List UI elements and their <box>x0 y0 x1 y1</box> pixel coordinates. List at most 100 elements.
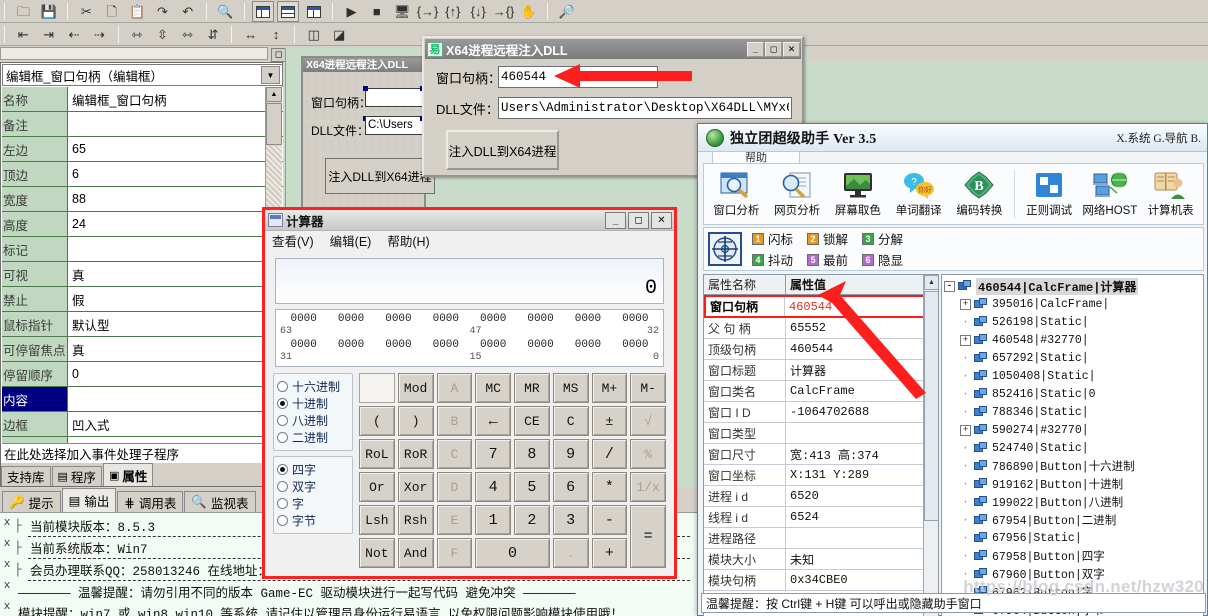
toolbar-item-编码转换[interactable]: B 编码转换 <box>949 166 1010 222</box>
scroll-up-icon[interactable]: ▲ <box>924 275 938 290</box>
horizontal-scrollbar[interactable] <box>0 47 268 60</box>
output-tab-0[interactable]: 🔑 提示 <box>2 491 61 512</box>
window-properties-table[interactable]: 属性名称 属性值 窗口句柄 460544 父 句 柄 65552 顶级句柄 460544 窗… <box>703 274 939 616</box>
properties-table-body[interactable]: 窗口句柄 460544 父 句 柄 65552 顶级句柄 460544 窗口标题 计算器 窗口类… <box>704 295 938 591</box>
tree-node[interactable]: · 657292|Static| <box>944 349 1203 367</box>
property-value[interactable]: 6 <box>68 162 283 186</box>
property-row[interactable]: 可视真 <box>2 262 283 287</box>
mdi-restore-icon[interactable]: ◻ <box>271 47 286 62</box>
calc-key--[interactable]: - <box>591 505 628 535</box>
menu-view[interactable]: 查看(V) <box>272 231 314 250</box>
maximize-icon[interactable]: ◻ <box>765 41 782 57</box>
calculator-binary-display[interactable]: 0000 0000 0000 0000 0000 0000 0000 0000 63 47 3… <box>275 309 664 367</box>
tree-node[interactable]: · 788346|Static| <box>944 403 1203 421</box>
calc-key-B[interactable]: B <box>436 406 473 436</box>
toggle-分解[interactable]: 3 分解 <box>862 229 903 248</box>
property-row[interactable]: 顶边 6 <box>2 162 283 187</box>
tree-node[interactable]: - 460544|CalcFrame|计算器 <box>944 277 1203 295</box>
property-row[interactable]: 禁止假 <box>2 287 283 312</box>
calc-key-3[interactable]: 3 <box>552 505 589 535</box>
redo-icon[interactable]: ↷ <box>151 1 173 22</box>
sa-property-row[interactable]: 父 句 柄 65552 <box>704 318 938 339</box>
binary-nibble[interactable]: 0000 <box>470 313 517 325</box>
super-assistant-menus[interactable]: X.系统 G.导航 B. <box>1116 130 1203 146</box>
sa-property-row[interactable]: 窗口坐标 X:131 Y:289 <box>704 465 938 486</box>
sa-property-row[interactable]: 窗口尺寸 宽:413 高:374 <box>704 444 938 465</box>
property-row[interactable]: 停留顺序 0 <box>2 362 283 387</box>
property-value[interactable]: 0 <box>68 362 283 386</box>
size-height-icon[interactable]: ◪ <box>328 24 350 45</box>
property-row[interactable]: 可停留焦点真 <box>2 337 283 362</box>
hand-icon[interactable]: ✋ <box>518 1 540 22</box>
property-value[interactable]: 88 <box>68 187 283 211</box>
toggle-抖动[interactable]: 4 抖动 <box>752 250 793 269</box>
sa-property-value[interactable]: -1064702688 <box>786 402 938 422</box>
radio-button-icon[interactable] <box>277 464 288 475</box>
sa-property-value[interactable]: X:131 Y:289 <box>786 465 938 485</box>
radio-size_radios-2[interactable]: 字 <box>277 495 349 512</box>
paste-icon[interactable]: 📋 <box>126 1 148 22</box>
align-bottom-icon[interactable]: ⇢ <box>88 24 110 45</box>
binary-nibble[interactable]: 0000 <box>517 339 564 351</box>
binary-nibble[interactable]: 0000 <box>375 313 422 325</box>
property-value[interactable]: 真 <box>68 262 283 286</box>
calc-key-Not[interactable]: Not <box>359 538 395 568</box>
radio-button-icon[interactable] <box>277 498 288 509</box>
toolbar-item-单词翻译[interactable]: ? 你好 单词翻译 <box>888 166 949 222</box>
calc-key-8[interactable]: 8 <box>514 439 550 469</box>
menu-edit[interactable]: 编辑(E) <box>330 231 372 250</box>
designer-form[interactable]: X64进程远程注入DLL 窗口句柄： DLL文件： C:\Users 注入DLL… <box>301 56 437 216</box>
tree-node[interactable]: · 199022|Button|八进制 <box>944 493 1203 511</box>
super-assistant-titlebar[interactable]: 独立团超级助手 Ver 3.5 X.系统 G.导航 B. <box>698 124 1207 152</box>
super-assistant-window[interactable]: 独立团超级助手 Ver 3.5 X.系统 G.导航 B. 帮助 窗口分析 网页分析… <box>697 123 1208 616</box>
toggle-number-badge[interactable]: 5 <box>807 253 820 266</box>
property-value[interactable] <box>68 237 283 261</box>
toolbar-item-正则调试[interactable]: 正则调试 <box>1019 166 1080 222</box>
toggle-number-badge[interactable]: 1 <box>752 232 764 245</box>
step-into-icon[interactable]: {→} <box>417 1 439 22</box>
menu-help[interactable]: 帮助(H) <box>387 231 429 250</box>
calc-key-0[interactable]: 0 <box>475 538 550 568</box>
calc-key-=[interactable]: = <box>630 505 666 568</box>
tree-node[interactable]: +395016|CalcFrame| <box>944 295 1203 313</box>
sa-property-value[interactable]: 宽:413 高:374 <box>786 444 938 464</box>
sa-property-row[interactable]: 进程路径 <box>704 528 938 549</box>
calc-key-RoR[interactable]: RoR <box>397 439 434 469</box>
tree-node[interactable]: · 526198|Static| <box>944 313 1203 331</box>
layout-grid-icon[interactable] <box>303 1 325 22</box>
calc-key-A[interactable]: A <box>436 373 473 403</box>
toolbar-item-计算机表[interactable]: 计算机表 <box>1140 166 1201 222</box>
calc-key-±[interactable]: ± <box>591 406 628 436</box>
radio-button-icon[interactable] <box>277 481 288 492</box>
sa-property-row[interactable]: 模块大小 未知 <box>704 549 938 570</box>
size-width-icon[interactable]: ◫ <box>303 24 325 45</box>
calc-key-([interactable]: ( <box>359 406 395 436</box>
property-grid[interactable]: 名称 编辑框_窗口句柄 备注 左边 65 顶边 6 宽度 88 高度 24 标记 可视真禁止假鼠标指针默… <box>2 87 283 449</box>
calc-key-+[interactable]: + <box>591 538 628 568</box>
maximize-icon[interactable]: ◻ <box>628 211 649 229</box>
window-hierarchy-tree[interactable]: -460544|CalcFrame|计算器 +395016|CalcFrame| ·… <box>941 274 1204 616</box>
calc-key-5[interactable]: 5 <box>514 472 550 502</box>
calc-key-2[interactable]: 2 <box>514 505 550 535</box>
align-right-icon[interactable]: ⇥ <box>38 24 60 45</box>
tree-node[interactable]: · 852416|Static|0 <box>944 385 1203 403</box>
property-value[interactable]: 假 <box>68 287 283 311</box>
calculator-wordsize-radiogroup[interactable]: 四字 双字字字节 <box>273 456 353 534</box>
property-value[interactable] <box>68 387 283 411</box>
output-tab-3[interactable]: 🔍 监视表 <box>184 491 256 512</box>
sa-property-value[interactable]: CalcFrame <box>786 381 938 401</box>
search-help-icon[interactable]: 🔎 <box>556 1 578 22</box>
toolbar-item-网页分析[interactable]: 网页分析 <box>767 166 828 222</box>
calc-key-MR[interactable]: MR <box>514 373 550 403</box>
radio-base_radios-2[interactable]: 八进制 <box>277 412 349 429</box>
run-to-cursor-icon[interactable]: →{} <box>493 1 515 22</box>
designer-inject-button[interactable]: 注入DLL到X64进程 <box>325 158 435 194</box>
align-left-icon[interactable]: ⇤ <box>12 24 34 45</box>
radio-size_radios-3[interactable]: 字节 <box>277 512 349 529</box>
toolbar-item-屏幕取色[interactable]: 屏幕取色 <box>828 166 889 222</box>
selection-handle[interactable] <box>363 86 368 91</box>
radio-size_radios-1[interactable]: 双字 <box>277 478 349 495</box>
calc-key-%[interactable]: % <box>630 439 666 469</box>
calc-key-√[interactable]: √ <box>630 406 666 436</box>
radio-button-icon[interactable] <box>277 381 288 392</box>
